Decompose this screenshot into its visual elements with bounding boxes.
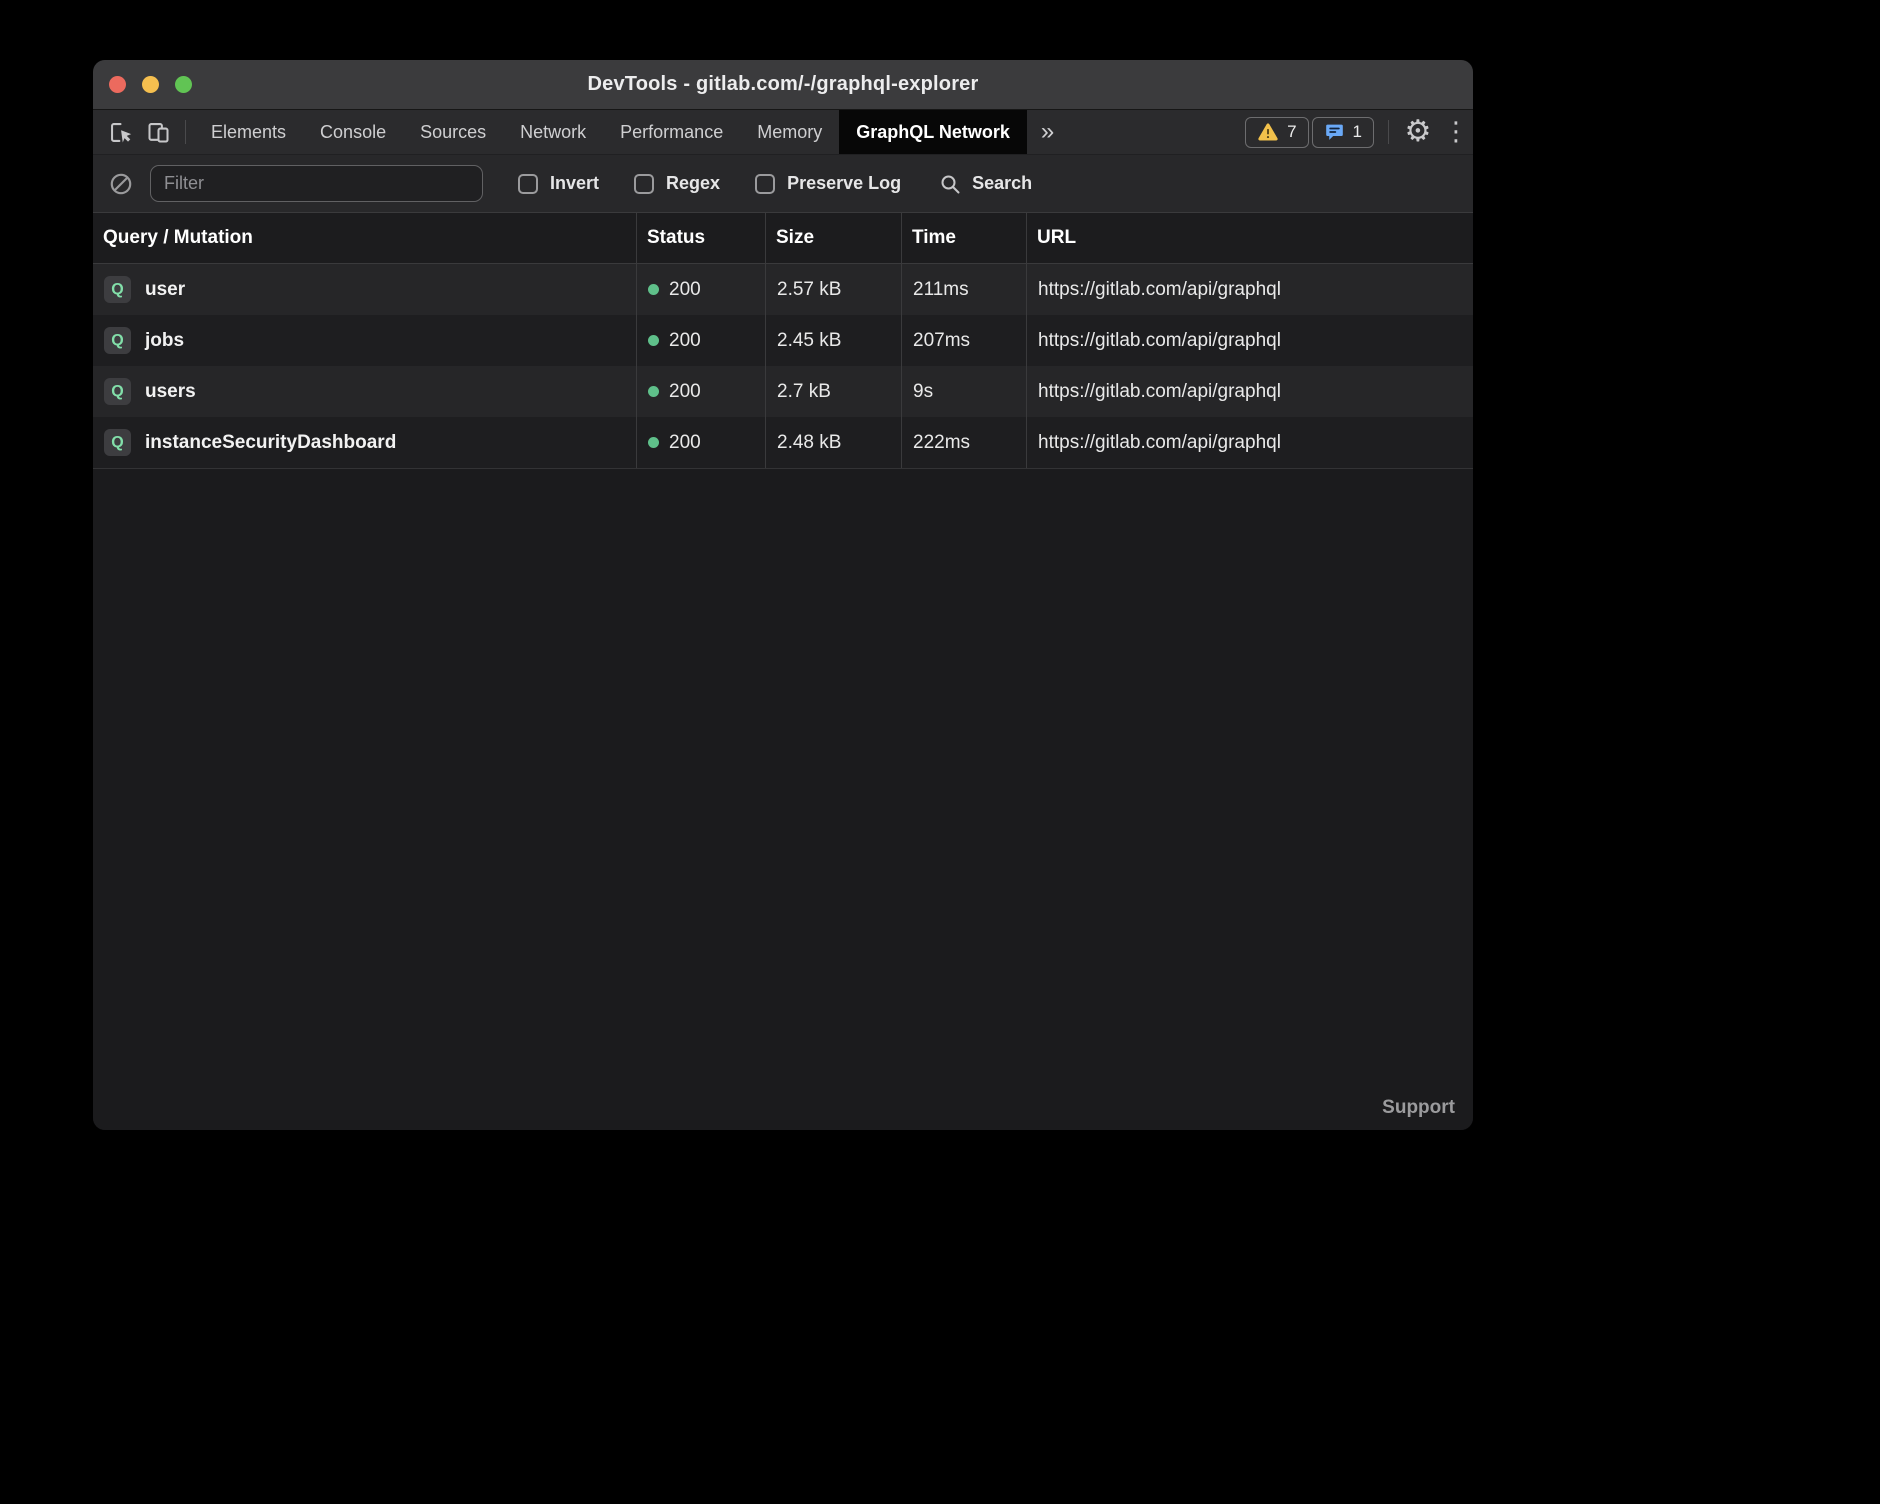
checkbox-label: Regex xyxy=(666,173,720,194)
request-name: user xyxy=(145,279,185,301)
tab-network[interactable]: Network xyxy=(503,110,603,154)
badges-divider xyxy=(1388,120,1389,144)
devtools-tabbar: Elements Console Sources Network Perform… xyxy=(93,110,1473,155)
preserve-log-checkbox[interactable]: Preserve Log xyxy=(755,173,901,194)
search-label: Search xyxy=(972,173,1032,194)
tab-graphql-network[interactable]: GraphQL Network xyxy=(839,110,1027,154)
status-ok-dot xyxy=(648,335,659,346)
column-header-status[interactable]: Status xyxy=(636,213,765,263)
tab-elements[interactable]: Elements xyxy=(194,110,303,154)
query-type-badge: Q xyxy=(104,327,131,354)
status-ok-dot xyxy=(648,284,659,295)
tab-performance[interactable]: Performance xyxy=(603,110,740,154)
url-cell: https://gitlab.com/api/graphql xyxy=(1026,366,1473,417)
status-ok-dot xyxy=(648,437,659,448)
status-cell: 200 xyxy=(636,417,765,468)
status-cell: 200 xyxy=(636,264,765,315)
column-header-url[interactable]: URL xyxy=(1026,213,1473,263)
close-window-button[interactable] xyxy=(109,76,126,93)
column-header-query[interactable]: Query / Mutation xyxy=(93,213,636,263)
size-cell: 2.48 kB xyxy=(765,417,901,468)
checkbox-box[interactable] xyxy=(518,174,538,194)
status-cell: 200 xyxy=(636,366,765,417)
inspect-element-icon[interactable] xyxy=(101,110,139,154)
checkbox-box[interactable] xyxy=(755,174,775,194)
zoom-window-button[interactable] xyxy=(175,76,192,93)
column-header-size[interactable]: Size xyxy=(765,213,901,263)
titlebar: DevTools - gitlab.com/-/graphql-explorer xyxy=(93,60,1473,110)
status-code: 200 xyxy=(669,279,701,301)
table-row[interactable]: Q instanceSecurityDashboard 200 2.48 kB … xyxy=(93,417,1473,468)
issues-badge[interactable]: 1 xyxy=(1312,117,1374,148)
time-cell: 207ms xyxy=(901,315,1026,366)
toolbar-divider xyxy=(185,120,186,144)
requests-table: Query / Mutation Status Size Time URL Q … xyxy=(93,213,1473,1130)
invert-checkbox[interactable]: Invert xyxy=(518,173,599,194)
message-icon xyxy=(1324,122,1345,142)
more-tabs-button[interactable]: » xyxy=(1027,110,1068,154)
query-cell: Q user xyxy=(93,264,636,315)
table-header: Query / Mutation Status Size Time URL xyxy=(93,213,1473,264)
tab-sources[interactable]: Sources xyxy=(403,110,503,154)
tab-console[interactable]: Console xyxy=(303,110,403,154)
status-cell: 200 xyxy=(636,315,765,366)
request-name: users xyxy=(145,381,196,403)
traffic-lights xyxy=(109,60,192,109)
query-type-badge: Q xyxy=(104,378,131,405)
search-icon xyxy=(938,172,962,196)
query-cell: Q users xyxy=(93,366,636,417)
regex-checkbox[interactable]: Regex xyxy=(634,173,720,194)
query-cell: Q jobs xyxy=(93,315,636,366)
url-cell: https://gitlab.com/api/graphql xyxy=(1026,417,1473,468)
column-header-time[interactable]: Time xyxy=(901,213,1026,263)
warnings-badge[interactable]: 7 xyxy=(1245,117,1308,148)
tab-memory[interactable]: Memory xyxy=(740,110,839,154)
table-row[interactable]: Q users 200 2.7 kB 9s https://gitlab.com… xyxy=(93,366,1473,417)
time-cell: 222ms xyxy=(901,417,1026,468)
time-cell: 9s xyxy=(901,366,1026,417)
status-badges: 7 1 xyxy=(1245,110,1374,154)
warning-icon xyxy=(1257,122,1279,142)
devtools-window: DevTools - gitlab.com/-/graphql-explorer… xyxy=(93,60,1473,1130)
tabbar-spacer xyxy=(1068,110,1245,154)
request-name: instanceSecurityDashboard xyxy=(145,432,396,454)
clear-requests-icon[interactable] xyxy=(105,171,137,197)
size-cell: 2.7 kB xyxy=(765,366,901,417)
status-code: 200 xyxy=(669,330,701,352)
time-cell: 211ms xyxy=(901,264,1026,315)
table-row[interactable]: Q jobs 200 2.45 kB 207ms https://gitlab.… xyxy=(93,315,1473,366)
device-toolbar-icon[interactable] xyxy=(139,110,177,154)
issue-count: 1 xyxy=(1353,122,1362,142)
checkbox-label: Invert xyxy=(550,173,599,194)
table-rows: Q user 200 2.57 kB 211ms https://gitlab.… xyxy=(93,264,1473,469)
settings-gear-icon[interactable]: ⚙ xyxy=(1397,110,1439,154)
query-cell: Q instanceSecurityDashboard xyxy=(93,417,636,468)
size-cell: 2.57 kB xyxy=(765,264,901,315)
status-code: 200 xyxy=(669,381,701,403)
filter-toolbar: Invert Regex Preserve Log Search xyxy=(93,155,1473,213)
size-cell: 2.45 kB xyxy=(765,315,901,366)
filter-input[interactable] xyxy=(150,165,483,202)
checkbox-label: Preserve Log xyxy=(787,173,901,194)
checkbox-box[interactable] xyxy=(634,174,654,194)
query-type-badge: Q xyxy=(104,429,131,456)
table-row[interactable]: Q user 200 2.57 kB 211ms https://gitlab.… xyxy=(93,264,1473,315)
kebab-menu-icon[interactable]: ⋮ xyxy=(1439,110,1473,154)
url-cell: https://gitlab.com/api/graphql xyxy=(1026,315,1473,366)
request-name: jobs xyxy=(145,330,184,352)
search-button[interactable]: Search xyxy=(938,172,1032,196)
warning-count: 7 xyxy=(1287,122,1296,142)
query-type-badge: Q xyxy=(104,276,131,303)
status-ok-dot xyxy=(648,386,659,397)
minimize-window-button[interactable] xyxy=(142,76,159,93)
window-title: DevTools - gitlab.com/-/graphql-explorer xyxy=(587,73,978,96)
status-code: 200 xyxy=(669,432,701,454)
url-cell: https://gitlab.com/api/graphql xyxy=(1026,264,1473,315)
support-link[interactable]: Support xyxy=(1382,1097,1455,1119)
